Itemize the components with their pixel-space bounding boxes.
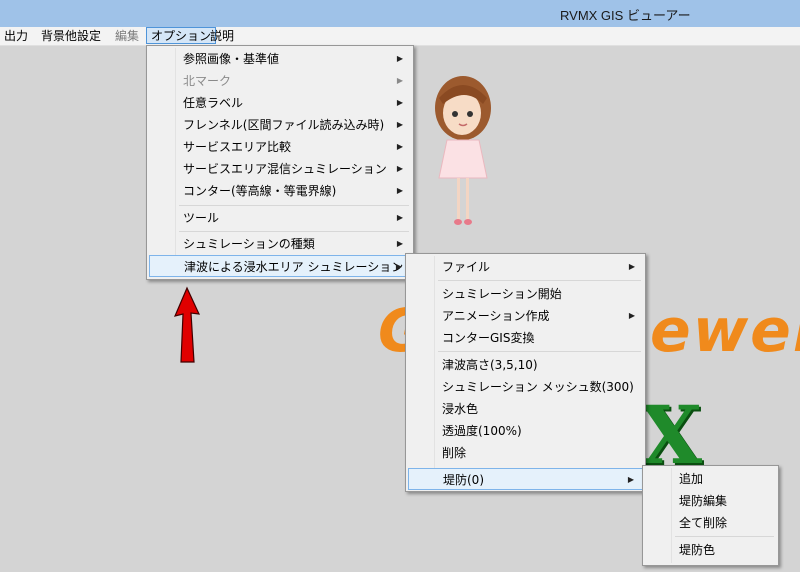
menu-item-create-animation[interactable]: アニメーション作成 ▶ bbox=[408, 305, 643, 327]
menu-item-label: 任意ラベル bbox=[183, 96, 244, 110]
menu-item-tsunami-height[interactable]: 津波高さ(3,5,10) bbox=[408, 354, 643, 376]
menu-item-label: 津波による浸水エリア シュミレーション bbox=[184, 260, 404, 274]
menu-item-label: 削除 bbox=[442, 446, 467, 460]
levee-submenu: 追加 堤防編集 全て削除 堤防色 bbox=[642, 465, 779, 566]
menu-item-edit-levee[interactable]: 堤防編集 bbox=[645, 490, 776, 512]
menu-item-fresnel[interactable]: フレンネル(区間ファイル読み込み時) ▶ bbox=[149, 114, 411, 136]
menu-edit[interactable]: 編集 bbox=[111, 28, 143, 44]
menu-item-label: シュミレーションの種類 bbox=[183, 237, 315, 251]
menu-help[interactable]: 説明 bbox=[206, 28, 238, 44]
menu-separator bbox=[438, 280, 641, 281]
menu-item-tools[interactable]: ツール ▶ bbox=[149, 207, 411, 229]
menu-item-label: アニメーション作成 bbox=[442, 309, 550, 323]
menu-item-label: コンターGIS変換 bbox=[442, 331, 535, 345]
menu-item-label: サービスエリア混信シュミレーション bbox=[183, 162, 387, 176]
menu-item-flood-color[interactable]: 浸水色 bbox=[408, 398, 643, 420]
menu-item-contour[interactable]: コンター(等高線・等電界線) ▶ bbox=[149, 180, 411, 202]
menu-item-custom-label[interactable]: 任意ラベル ▶ bbox=[149, 92, 411, 114]
submenu-arrow-icon: ▶ bbox=[396, 54, 403, 63]
menu-item-label: シュミレーション開始 bbox=[442, 287, 562, 301]
menu-item-label: 津波高さ(3,5,10) bbox=[442, 358, 538, 372]
menu-item-label: 追加 bbox=[679, 472, 704, 486]
menu-item-label: ツール bbox=[183, 211, 220, 225]
menu-item-levee[interactable]: 堤防(0) ▶ bbox=[408, 468, 643, 490]
submenu-arrow-icon: ▶ bbox=[396, 98, 403, 107]
menu-item-label: 堤防色 bbox=[679, 543, 716, 557]
options-dropdown: 参照画像・基準値 ▶ 北マーク ▶ 任意ラベル ▶ フレンネル(区間ファイル読み… bbox=[146, 45, 414, 280]
menu-item-label: 全て削除 bbox=[679, 516, 728, 530]
menu-background-settings[interactable]: 背景他設定 bbox=[37, 28, 105, 44]
menu-item-label: ファイル bbox=[442, 260, 491, 274]
menu-separator bbox=[179, 205, 409, 206]
menu-item-contour-gis[interactable]: コンターGIS変換 bbox=[408, 327, 643, 349]
menu-item-file[interactable]: ファイル ▶ bbox=[408, 256, 643, 278]
menu-output[interactable]: 出力 bbox=[0, 28, 32, 44]
menu-bar: 出力 背景他設定 編集 オプション 説明 bbox=[0, 27, 800, 46]
submenu-arrow-icon: ▶ bbox=[396, 76, 403, 85]
submenu-arrow-icon: ▶ bbox=[396, 186, 403, 195]
menu-item-delete-all-levees[interactable]: 全て削除 bbox=[645, 512, 776, 534]
title-bar: RVMX GIS ビューアー bbox=[0, 0, 800, 27]
menu-separator bbox=[179, 231, 409, 232]
menu-item-label: 堤防編集 bbox=[679, 494, 728, 508]
submenu-arrow-icon: ▶ bbox=[396, 239, 403, 248]
menu-item-label: 透過度(100%) bbox=[442, 424, 522, 438]
menu-item-mesh-count[interactable]: シュミレーション メッシュ数(300) bbox=[408, 376, 643, 398]
submenu-arrow-icon: ▶ bbox=[627, 475, 634, 484]
submenu-arrow-icon: ▶ bbox=[396, 142, 403, 151]
menu-separator bbox=[675, 536, 774, 537]
red-arrow-icon bbox=[173, 286, 200, 363]
submenu-arrow-icon: ▶ bbox=[628, 262, 635, 271]
menu-item-service-area-compare[interactable]: サービスエリア比較 ▶ bbox=[149, 136, 411, 158]
menu-item-label: 堤防(0) bbox=[443, 473, 484, 487]
character-illustration bbox=[435, 76, 491, 225]
menu-item-start-simulation[interactable]: シュミレーション開始 bbox=[408, 283, 643, 305]
menu-item-label: 参照画像・基準値 bbox=[183, 52, 280, 66]
menu-item-reference-image[interactable]: 参照画像・基準値 ▶ bbox=[149, 48, 411, 70]
logo-text-ewer: ewer bbox=[650, 296, 800, 366]
menu-item-tsunami-simulation[interactable]: 津波による浸水エリア シュミレーション ▶ bbox=[149, 255, 411, 277]
submenu-arrow-icon: ▶ bbox=[396, 120, 403, 129]
menu-item-label: シュミレーション メッシュ数(300) bbox=[442, 380, 634, 394]
menu-item-service-area-interference[interactable]: サービスエリア混信シュミレーション ▶ bbox=[149, 158, 411, 180]
menu-item-label: 浸水色 bbox=[442, 402, 479, 416]
submenu-arrow-icon: ▶ bbox=[396, 213, 403, 222]
submenu-arrow-icon: ▶ bbox=[396, 164, 403, 173]
menu-item-levee-color[interactable]: 堤防色 bbox=[645, 539, 776, 561]
menu-item-delete[interactable]: 削除 bbox=[408, 442, 643, 464]
menu-item-label: サービスエリア比較 bbox=[183, 140, 292, 154]
submenu-arrow-icon: ▶ bbox=[628, 311, 635, 320]
window-title: RVMX GIS ビューアー bbox=[560, 8, 691, 23]
menu-item-label: 北マーク bbox=[183, 74, 232, 88]
submenu-arrow-icon: ▶ bbox=[395, 262, 402, 271]
menu-item-label: コンター(等高線・等電界線) bbox=[183, 184, 337, 198]
tsunami-submenu: ファイル ▶ シュミレーション開始 アニメーション作成 ▶ コンターGIS変換 … bbox=[405, 253, 646, 492]
menu-item-add-levee[interactable]: 追加 bbox=[645, 468, 776, 490]
menu-item-transparency[interactable]: 透過度(100%) bbox=[408, 420, 643, 442]
menu-item-simulation-type[interactable]: シュミレーションの種類 ▶ bbox=[149, 233, 411, 255]
menu-item-north-mark[interactable]: 北マーク ▶ bbox=[149, 70, 411, 92]
menu-item-label: フレンネル(区間ファイル読み込み時) bbox=[183, 118, 385, 132]
menu-separator bbox=[438, 351, 641, 352]
